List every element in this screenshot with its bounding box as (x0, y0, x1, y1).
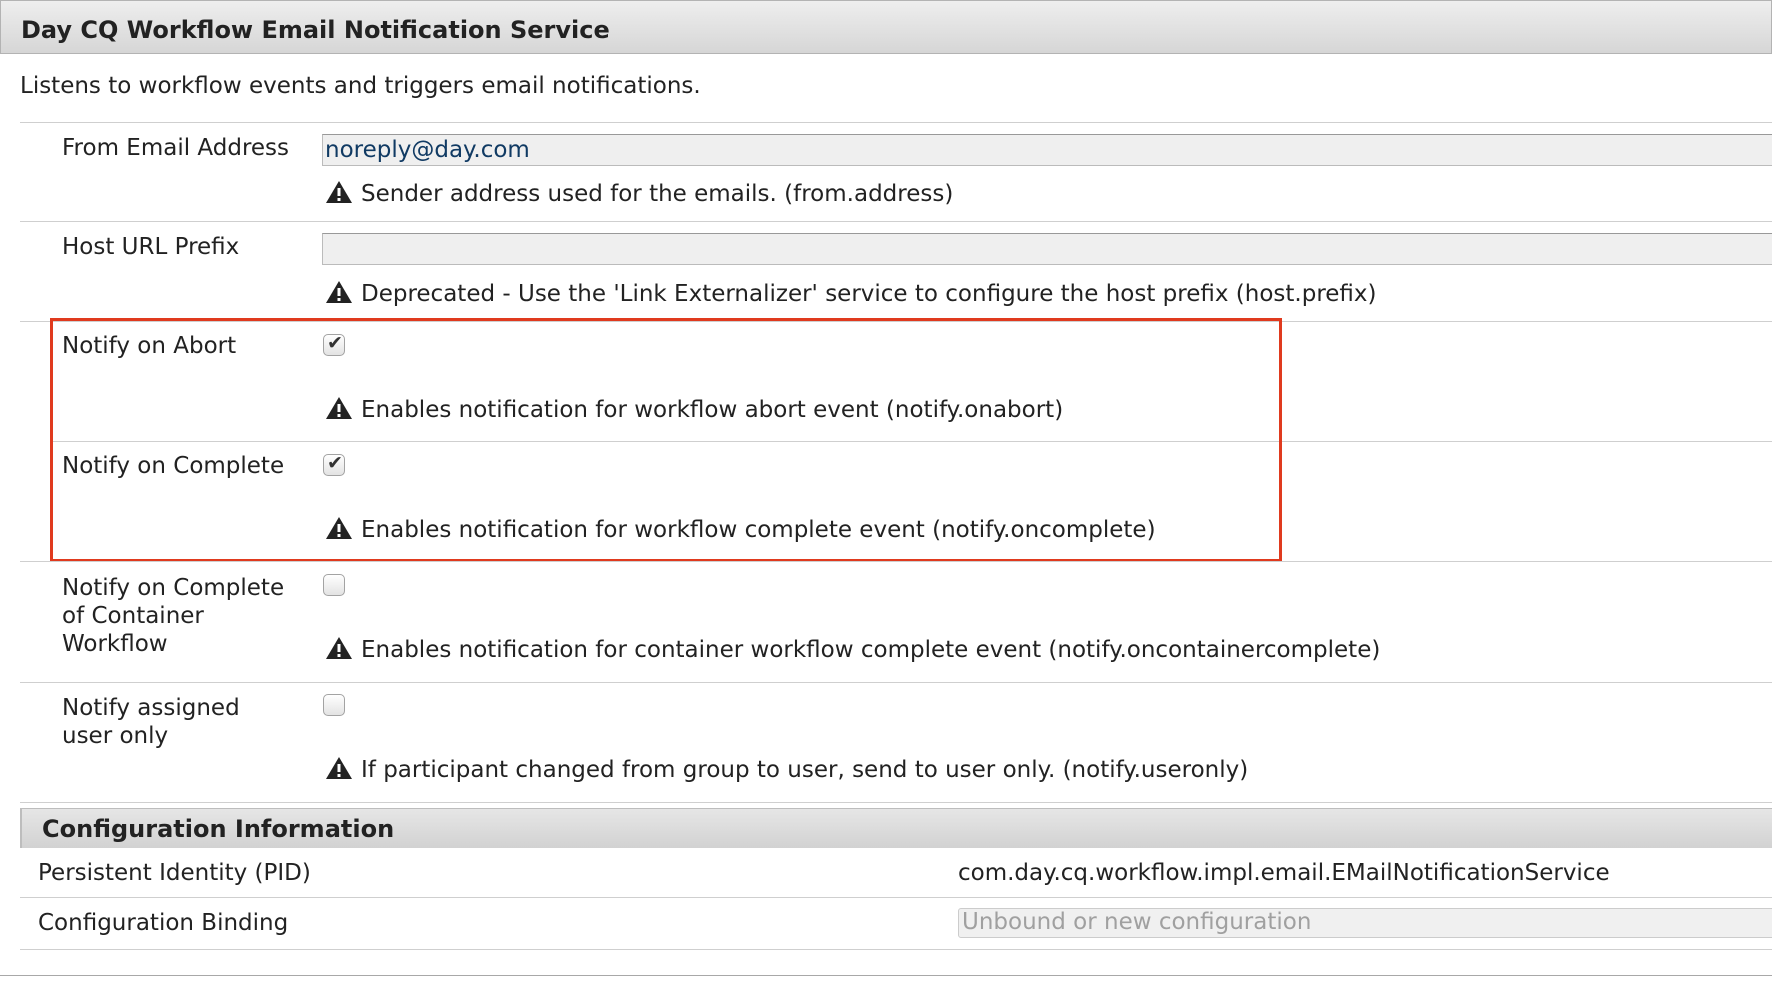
divider (20, 682, 1772, 683)
notify-useronly-label: Notify assigned user only (62, 694, 240, 750)
notify-useronly-label-line: user only (62, 723, 169, 749)
notify-container-label-line: Notify on Complete (62, 575, 285, 601)
host-prefix-hint-text: Deprecated - Use the 'Link Externalizer'… (361, 281, 1377, 307)
divider (20, 122, 1772, 123)
warning-icon (326, 637, 352, 659)
host-prefix-hint: Deprecated - Use the 'Link Externalizer'… (325, 280, 1377, 308)
divider (20, 802, 1772, 803)
notify-useronly-hint: If participant changed from group to use… (325, 756, 1248, 784)
notify-container-hint: Enables notification for container workf… (325, 636, 1380, 664)
from-address-label: From Email Address (62, 135, 290, 161)
service-description: Listens to workflow events and triggers … (20, 73, 701, 99)
binding-field[interactable]: Unbound or new configuration (958, 908, 1772, 938)
notify-container-label-line: Workflow (62, 631, 168, 657)
notify-container-hint-text: Enables notification for container workf… (361, 637, 1381, 663)
highlight-annotation-box (50, 318, 1282, 562)
divider (20, 561, 1772, 562)
from-address-hint: Sender address used for the emails. (fro… (325, 180, 953, 208)
host-prefix-label: Host URL Prefix (62, 234, 240, 260)
warning-icon (326, 181, 352, 203)
from-address-hint-text: Sender address used for the emails. (fro… (361, 181, 954, 207)
binding-value: Unbound or new configuration (962, 909, 1312, 935)
divider (20, 897, 1772, 898)
warning-icon (326, 281, 352, 303)
divider (20, 221, 1772, 222)
warning-icon (326, 757, 352, 779)
notify-useronly-hint-text: If participant changed from group to use… (361, 757, 1249, 783)
panel-header: Day CQ Workflow Email Notification Servi… (0, 0, 1772, 54)
bottom-border (0, 975, 1772, 976)
config-info-header: Configuration Information (20, 808, 1772, 848)
notify-useronly-checkbox[interactable] (323, 694, 345, 716)
config-info-title: Configuration Information (42, 815, 395, 843)
binding-label: Configuration Binding (38, 910, 289, 936)
notify-container-label: Notify on Complete of Container Workflow (62, 574, 284, 658)
notify-useronly-label-line: Notify assigned (62, 695, 240, 721)
config-page: Day CQ Workflow Email Notification Servi… (0, 0, 1772, 1000)
host-prefix-input[interactable] (322, 233, 1772, 265)
notify-container-checkbox[interactable] (323, 574, 345, 596)
pid-value: com.day.cq.workflow.impl.email.EMailNoti… (958, 860, 1610, 886)
pid-label: Persistent Identity (PID) (38, 860, 311, 886)
notify-container-label-line: of Container (62, 603, 204, 629)
from-address-input[interactable] (322, 134, 1772, 166)
panel-title: Day CQ Workflow Email Notification Servi… (21, 16, 610, 44)
divider (20, 949, 1772, 950)
